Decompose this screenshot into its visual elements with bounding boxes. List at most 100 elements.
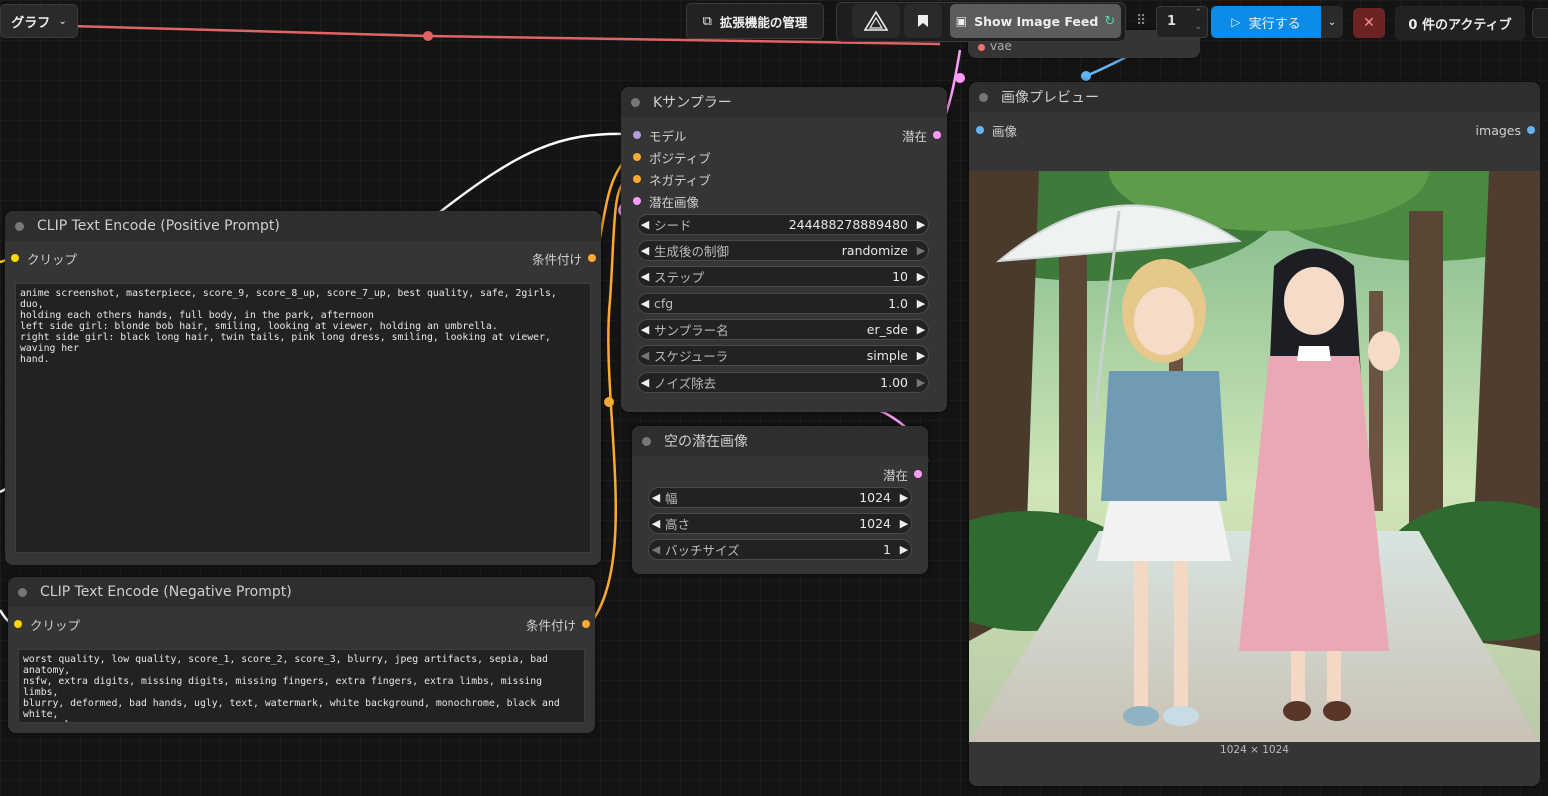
show-image-feed-button[interactable]: ▣ Show Image Feed ↻ (950, 4, 1121, 38)
steps-widget[interactable]: ◀ ステップ 10 ▶ (637, 266, 929, 287)
height-value: 1024 (859, 516, 891, 531)
decrement-arrow-icon[interactable]: ◀ (649, 517, 663, 530)
height-widget[interactable]: ◀ 高さ 1024 ▶ (648, 513, 912, 534)
model-input-dot[interactable] (633, 131, 641, 139)
conditioning-output-dot[interactable] (582, 620, 590, 628)
increment-arrow-icon[interactable]: ▶ (914, 244, 928, 257)
drag-handle-icon[interactable]: ⠿ (1136, 13, 1146, 29)
increment-arrow-icon[interactable]: ▶ (914, 376, 928, 389)
increment-arrow-icon[interactable]: ▶ (897, 543, 911, 556)
empty-latent-slot-output: 潜在 (632, 464, 928, 484)
active-queue-button[interactable]: 0 件のアクティブ (1395, 6, 1525, 40)
latent-output-label: 潜在 (901, 128, 927, 144)
conditioning-output-dot[interactable] (588, 254, 596, 262)
ksampler-node[interactable]: Kサンプラー モデル 潜在 ポジティブ ネガティブ 潜在画像 ◀ シード 24448… (621, 87, 947, 412)
latent-output-label: 潜在 (882, 467, 908, 483)
width-value: 1024 (859, 490, 891, 505)
manage-extensions-label: 拡張機能の管理 (719, 14, 808, 30)
collapse-dot-icon[interactable] (979, 92, 988, 102)
clip-positive-slots: クリップ 条件付け (5, 248, 601, 268)
increment-arrow-icon[interactable]: ▶ (914, 323, 928, 336)
steps-value: 10 (892, 269, 908, 284)
active-queue-label: 0 件のアクティブ (1408, 17, 1512, 33)
panel-toggle-button[interactable] (1532, 8, 1548, 38)
cfg-label: cfg (654, 296, 674, 311)
clip-input-label: クリップ (27, 251, 78, 267)
positive-input-dot[interactable] (633, 153, 641, 161)
increment-arrow-icon[interactable]: ▶ (914, 297, 928, 310)
clip-negative-header[interactable]: CLIP Text Encode (Negative Prompt) (8, 577, 595, 607)
scheduler-value: simple (866, 348, 908, 363)
decrement-arrow-icon[interactable]: ◀ (638, 323, 652, 336)
collapse-dot-icon[interactable] (642, 436, 651, 446)
seed-widget[interactable]: ◀ シード 244488278889480 ▶ (637, 214, 929, 235)
increment-arrow-icon[interactable]: ▶ (897, 491, 911, 504)
decrement-arrow-icon[interactable]: ◀ (638, 376, 652, 389)
latent-input-dot[interactable] (633, 197, 641, 205)
images-output-dot[interactable] (1527, 126, 1535, 134)
positive-prompt-textarea[interactable]: anime screenshot, masterpiece, score_9, … (15, 283, 591, 553)
decrement-arrow-icon[interactable]: ◀ (638, 349, 652, 362)
clip-positive-node[interactable]: CLIP Text Encode (Positive Prompt) クリップ … (5, 211, 601, 565)
bookmark-button[interactable] (904, 4, 942, 38)
clip-positive-header[interactable]: CLIP Text Encode (Positive Prompt) (5, 211, 601, 241)
cfg-value: 1.0 (888, 296, 908, 311)
graph-menu[interactable]: グラフ ⌄ (0, 4, 78, 38)
model-wire (439, 132, 629, 213)
bookmark-icon (918, 15, 928, 27)
manage-extensions-button[interactable]: ⧉ 拡張機能の管理 (686, 3, 824, 39)
run-options-dropdown[interactable]: ⌄ (1321, 6, 1343, 38)
decrement-arrow-icon[interactable]: ◀ (638, 297, 652, 310)
empty-latent-node[interactable]: 空の潜在画像 潜在 ◀ 幅 1024 ▶ ◀ 高さ 1024 ▶ ◀ バッチサイズ 1 ▶ (632, 426, 928, 574)
clip-negative-node[interactable]: CLIP Text Encode (Negative Prompt) クリップ … (8, 577, 595, 733)
clip-input-label: クリップ (30, 617, 81, 633)
increment-icon[interactable]: ⌃ (1194, 8, 1202, 18)
seed-value: 244488278889480 (788, 217, 908, 232)
increment-arrow-icon[interactable]: ▶ (914, 218, 928, 231)
decrement-icon[interactable]: ⌄ (1194, 22, 1202, 32)
ksampler-header[interactable]: Kサンプラー (621, 87, 947, 117)
generated-image[interactable] (969, 171, 1540, 742)
decrement-arrow-icon[interactable]: ◀ (649, 491, 663, 504)
cancel-run-button[interactable]: ✕ (1353, 8, 1385, 38)
width-widget[interactable]: ◀ 幅 1024 ▶ (648, 487, 912, 508)
denoise-widget[interactable]: ◀ ノイズ除去 1.00 ▶ (637, 372, 929, 393)
clip-input-dot[interactable] (14, 620, 22, 628)
empty-latent-header[interactable]: 空の潜在画像 (632, 426, 928, 456)
decrement-arrow-icon[interactable]: ◀ (649, 543, 663, 556)
decrement-arrow-icon[interactable]: ◀ (638, 244, 652, 257)
close-icon: ✕ (1363, 15, 1375, 31)
increment-arrow-icon[interactable]: ▶ (897, 517, 911, 530)
increment-arrow-icon[interactable]: ▶ (914, 270, 928, 283)
clip-negative-title: CLIP Text Encode (Negative Prompt) (40, 584, 292, 600)
width-label: 幅 (665, 491, 678, 506)
run-button[interactable]: ▷ 実行する (1211, 6, 1321, 38)
image-input-label: 画像 (992, 123, 1018, 139)
decrement-arrow-icon[interactable]: ◀ (638, 270, 652, 283)
cfg-widget[interactable]: ◀ cfg 1.0 ▶ (637, 293, 929, 314)
increment-arrow-icon[interactable]: ▶ (914, 349, 928, 362)
control-after-generate-widget[interactable]: ◀ 生成後の制御 randomize ▶ (637, 240, 929, 261)
collapse-dot-icon[interactable] (631, 97, 640, 107)
image-size-caption: 1024 × 1024 (1220, 744, 1289, 756)
sampler-name-widget[interactable]: ◀ サンプラー名 er_sde ▶ (637, 319, 929, 340)
latent-output-dot[interactable] (933, 131, 941, 139)
latent-output-dot[interactable] (914, 470, 922, 478)
clip-input-dot[interactable] (11, 254, 19, 262)
image-preview-node[interactable]: 画像プレビュー 画像 images 1024 × 1024 (969, 82, 1540, 786)
image-preview-header[interactable]: 画像プレビュー (969, 82, 1540, 112)
queue-count-stepper[interactable]: 1 ⌃ ⌄ (1156, 6, 1208, 38)
image-input-dot[interactable] (976, 126, 984, 134)
civitai-logo-button[interactable] (852, 4, 900, 38)
negative-input-dot[interactable] (633, 175, 641, 183)
queue-count-value: 1 (1167, 14, 1177, 29)
collapse-dot-icon[interactable] (18, 587, 27, 597)
collapse-dot-icon[interactable] (15, 221, 24, 231)
graph-menu-label: グラフ (11, 15, 51, 31)
negative-prompt-textarea[interactable]: worst quality, low quality, score_1, sco… (18, 649, 585, 723)
batch-size-widget[interactable]: ◀ バッチサイズ 1 ▶ (648, 539, 912, 560)
scheduler-widget[interactable]: ◀ スケジューラ simple ▶ (637, 345, 929, 366)
vae-slot-dot[interactable] (978, 44, 985, 51)
decrement-arrow-icon[interactable]: ◀ (638, 218, 652, 231)
conditioning-output-label: 条件付け (525, 617, 576, 633)
